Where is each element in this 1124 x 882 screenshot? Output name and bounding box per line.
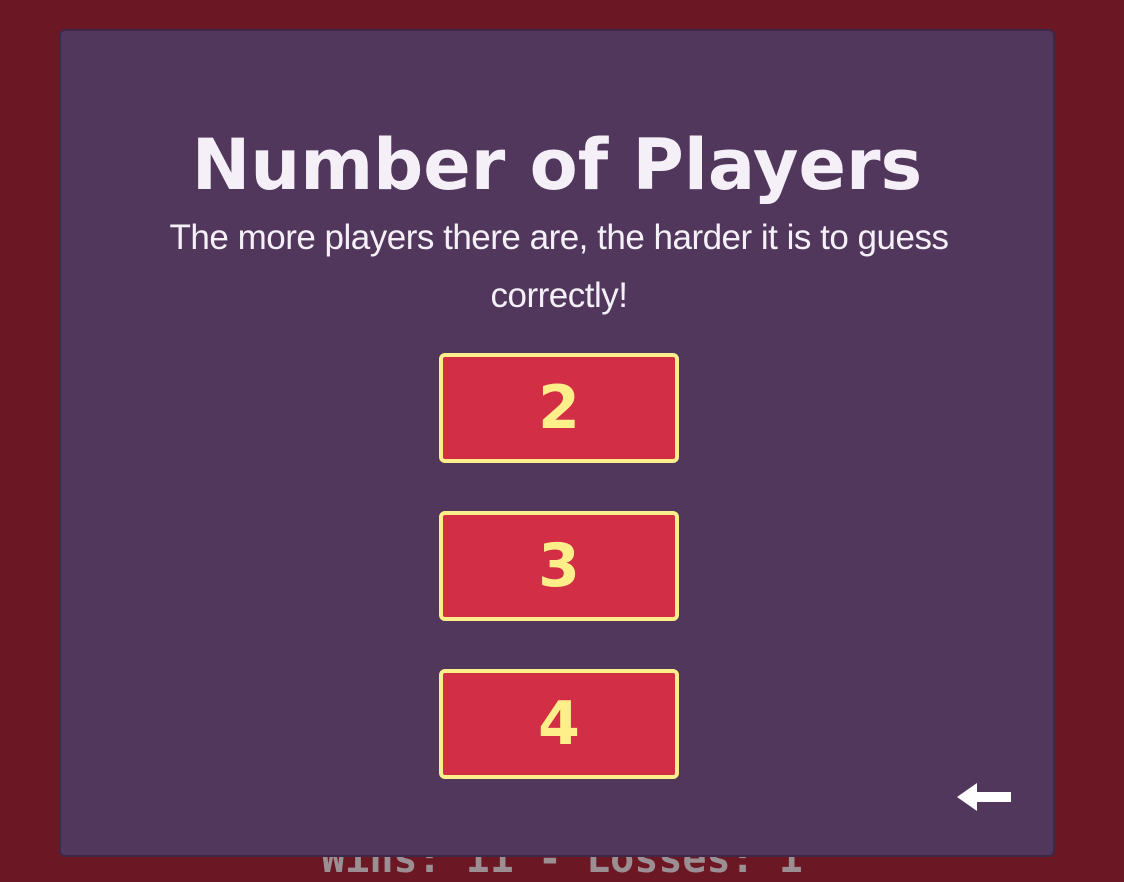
modal-subtitle: The more players there are, the harder i… xyxy=(169,218,949,315)
option-3-players-button[interactable]: 3 xyxy=(439,511,679,621)
option-4-players-button[interactable]: 4 xyxy=(439,669,679,779)
player-count-modal: Number of Players The more players there… xyxy=(59,29,1055,857)
left-arrow-icon xyxy=(957,783,1011,811)
modal-title: Number of Players xyxy=(191,124,923,206)
player-options: 2 3 4 xyxy=(439,353,679,827)
option-2-players-button[interactable]: 2 xyxy=(439,353,679,463)
back-button[interactable] xyxy=(953,779,1017,815)
